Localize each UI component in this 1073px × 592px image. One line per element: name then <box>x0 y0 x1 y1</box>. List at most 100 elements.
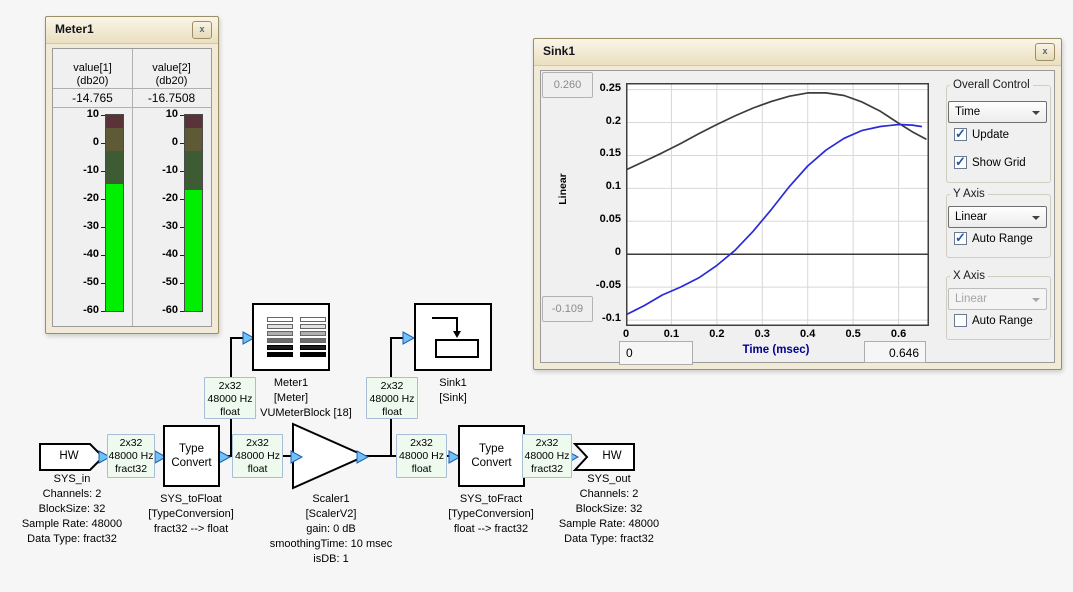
domain-select[interactable]: Time <box>948 101 1047 123</box>
close-icon[interactable]: x <box>192 21 212 39</box>
meter-tick-label: -60 <box>132 304 178 316</box>
x-tick-label: 0.1 <box>651 328 691 340</box>
wire-type-label: 2x32 48000 Hz float <box>396 434 447 478</box>
selected-option: Time <box>955 106 980 118</box>
y-tick-label: 0.25 <box>575 82 621 94</box>
show-grid-checkbox[interactable]: Show Grid <box>954 156 1026 169</box>
pin-icon <box>403 332 414 344</box>
meter-tick-label: 10 <box>53 108 99 120</box>
update-checkbox[interactable]: Update <box>954 128 1009 141</box>
type-convert-out-block[interactable]: Type Convert <box>458 425 525 487</box>
block-label: Type Convert <box>165 427 218 470</box>
meter-bar-segment <box>185 115 202 128</box>
plot-area <box>626 83 929 331</box>
wire-type-label: 2x32 48000 Hz float <box>204 377 256 419</box>
pin-icon <box>357 451 368 463</box>
block-caption: Scaler1 [ScalerV2] gain: 0 dB smoothingT… <box>246 492 416 567</box>
meter-window: Meter1 x value[1] (db20) -14.765 10 0 -10 -… <box>45 16 219 334</box>
meter-panel: value[1] (db20) -14.765 10 0 -10 -20 -30 -40 -… <box>52 48 212 327</box>
x-axis-label: Time (msec) <box>676 344 876 356</box>
meter-bar-segment <box>185 190 202 311</box>
meter-tick-label: -60 <box>53 304 99 316</box>
y-tick-label: 0 <box>575 246 621 258</box>
meter-tick-label: -50 <box>53 276 99 288</box>
scaler-block[interactable] <box>293 424 365 488</box>
x-auto-range-checkbox[interactable]: Auto Range <box>954 314 1033 327</box>
sink-window-titlebar[interactable]: Sink1 x <box>534 39 1061 66</box>
channel-unit: (db20) <box>53 75 132 87</box>
group-title: Y Axis <box>950 188 988 200</box>
meter-tick-label: 10 <box>132 108 178 120</box>
checkbox-label: Show Grid <box>972 157 1026 169</box>
y-tick-label: -0.1 <box>575 312 621 324</box>
meter-channel-1: value[1] (db20) -14.765 100-10-20-30-40-… <box>53 49 132 326</box>
x-tick-label: 0.5 <box>833 328 873 340</box>
wire-type-label: 2x32 48000 Hz float <box>366 377 418 419</box>
y-tick-label: 0.15 <box>575 147 621 159</box>
sink-window: Sink1 x 0.260 -0.109 Linear 0.250.20.150… <box>533 38 1062 370</box>
close-icon[interactable]: x <box>1035 43 1055 61</box>
meter-tick-label: -10 <box>53 164 99 176</box>
x-tick-label: 0.4 <box>788 328 828 340</box>
x-scale-select: Linear <box>948 288 1047 310</box>
sink-panel: 0.260 -0.109 Linear 0.250.20.150.10.050-… <box>540 70 1055 363</box>
type-convert-in-block[interactable]: Type Convert <box>163 425 220 487</box>
checkbox-label: Update <box>972 129 1009 141</box>
y-axis-label: Linear <box>557 157 569 221</box>
chevron-down-icon <box>1032 216 1040 220</box>
meter-block[interactable] <box>252 303 330 371</box>
wire-type-label: 2x32 48000 Hz fract32 <box>107 434 155 478</box>
group-title: X Axis <box>950 270 988 282</box>
channel-reading: -16.7508 <box>132 91 211 105</box>
channel-name: value[2] <box>132 62 211 74</box>
meter-window-titlebar[interactable]: Meter1 x <box>46 17 218 44</box>
block-caption: SYS_out Channels: 2 BlockSize: 32 Sample… <box>534 472 684 547</box>
y-auto-range-checkbox[interactable]: Auto Range <box>954 232 1033 245</box>
meter-tick-label: -40 <box>132 248 178 260</box>
wire-type-label: 2x32 48000 Hz fract32 <box>522 434 572 478</box>
meter-tick-label: -50 <box>132 276 178 288</box>
meter-tick-label: -20 <box>132 192 178 204</box>
hw-port-label: HW <box>590 450 634 462</box>
sink-scope-icon <box>416 305 490 369</box>
checkbox-box <box>954 156 967 169</box>
meter-bar-segment <box>106 151 123 184</box>
meter-channel-2: value[2] (db20) -16.7508 10 0 -10 -20 -30 -40… <box>132 49 211 326</box>
channel-unit: (db20) <box>132 75 211 87</box>
channel-reading: -14.765 <box>53 91 132 105</box>
block-caption: SYS_toFloat [TypeConversion] fract32 -->… <box>121 492 261 537</box>
meter-tick-label: 0 <box>53 136 99 148</box>
y-tick-label: 0.2 <box>575 115 621 127</box>
meter-bar-segment <box>185 128 202 152</box>
y-tick-label: 0.1 <box>575 180 621 192</box>
pin-icon <box>219 451 230 463</box>
meter-tick-label: -20 <box>53 192 99 204</box>
checkbox-label: Auto Range <box>972 315 1033 327</box>
wire-type-label: 2x32 48000 Hz float <box>232 434 283 478</box>
meter-tick-label: -10 <box>132 164 178 176</box>
meter-tick-label: -40 <box>53 248 99 260</box>
y-scale-select[interactable]: Linear <box>948 206 1047 228</box>
meter-bar <box>105 114 124 312</box>
checkbox-box <box>954 128 967 141</box>
x-tick-label: 0.2 <box>697 328 737 340</box>
hw-port-label: HW <box>44 450 94 462</box>
selected-option: Linear <box>955 293 987 305</box>
sink-block[interactable] <box>414 303 492 371</box>
selected-option: Linear <box>955 211 987 223</box>
x-max-field[interactable]: 0.646 <box>864 341 926 363</box>
channel-name: value[1] <box>53 62 132 74</box>
y-tick-label: 0.05 <box>575 213 621 225</box>
chevron-down-icon <box>1032 298 1040 302</box>
group-title: Overall Control <box>950 79 1033 91</box>
meter-bar-segment <box>106 184 123 311</box>
vu-meter-icon <box>267 317 326 359</box>
x-tick-label: 0 <box>606 328 646 340</box>
x-tick-label: 0.3 <box>742 328 782 340</box>
meter-tick-label: 0 <box>132 136 178 148</box>
checkbox-box <box>954 232 967 245</box>
meter-bar-segment <box>106 115 123 128</box>
block-label: Type Convert <box>460 427 523 470</box>
y-tick-label: -0.05 <box>575 279 621 291</box>
meter-tick-label: -30 <box>132 220 178 232</box>
